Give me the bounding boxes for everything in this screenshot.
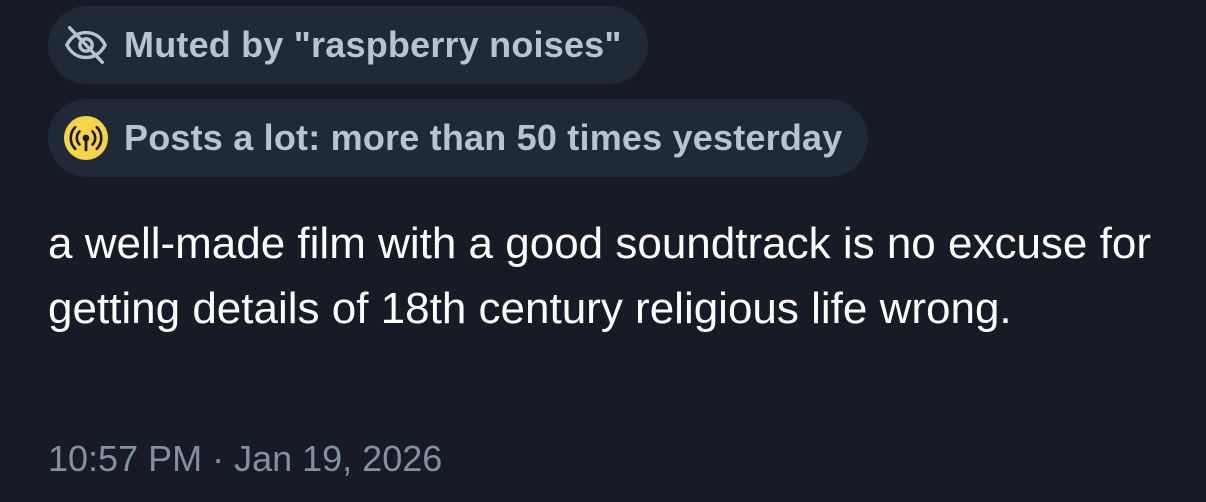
muted-label: Muted by "raspberry noises" — [124, 24, 622, 65]
post-text: a well-made film with a good soundtrack … — [48, 219, 1151, 333]
muted-badge[interactable]: Muted by "raspberry noises" — [48, 6, 648, 84]
posts-a-lot-label: Posts a lot: more than 50 times yesterda… — [124, 117, 843, 158]
posts-a-lot-badge[interactable]: Posts a lot: more than 50 times yesterda… — [48, 99, 869, 177]
post-timestamp[interactable]: 10:57 PM · Jan 19, 2026 — [48, 438, 442, 480]
post-detail: Muted by "raspberry noises" Posts a lot:… — [0, 0, 1206, 502]
broadcast-icon — [62, 114, 110, 162]
eye-slash-icon — [62, 21, 110, 69]
